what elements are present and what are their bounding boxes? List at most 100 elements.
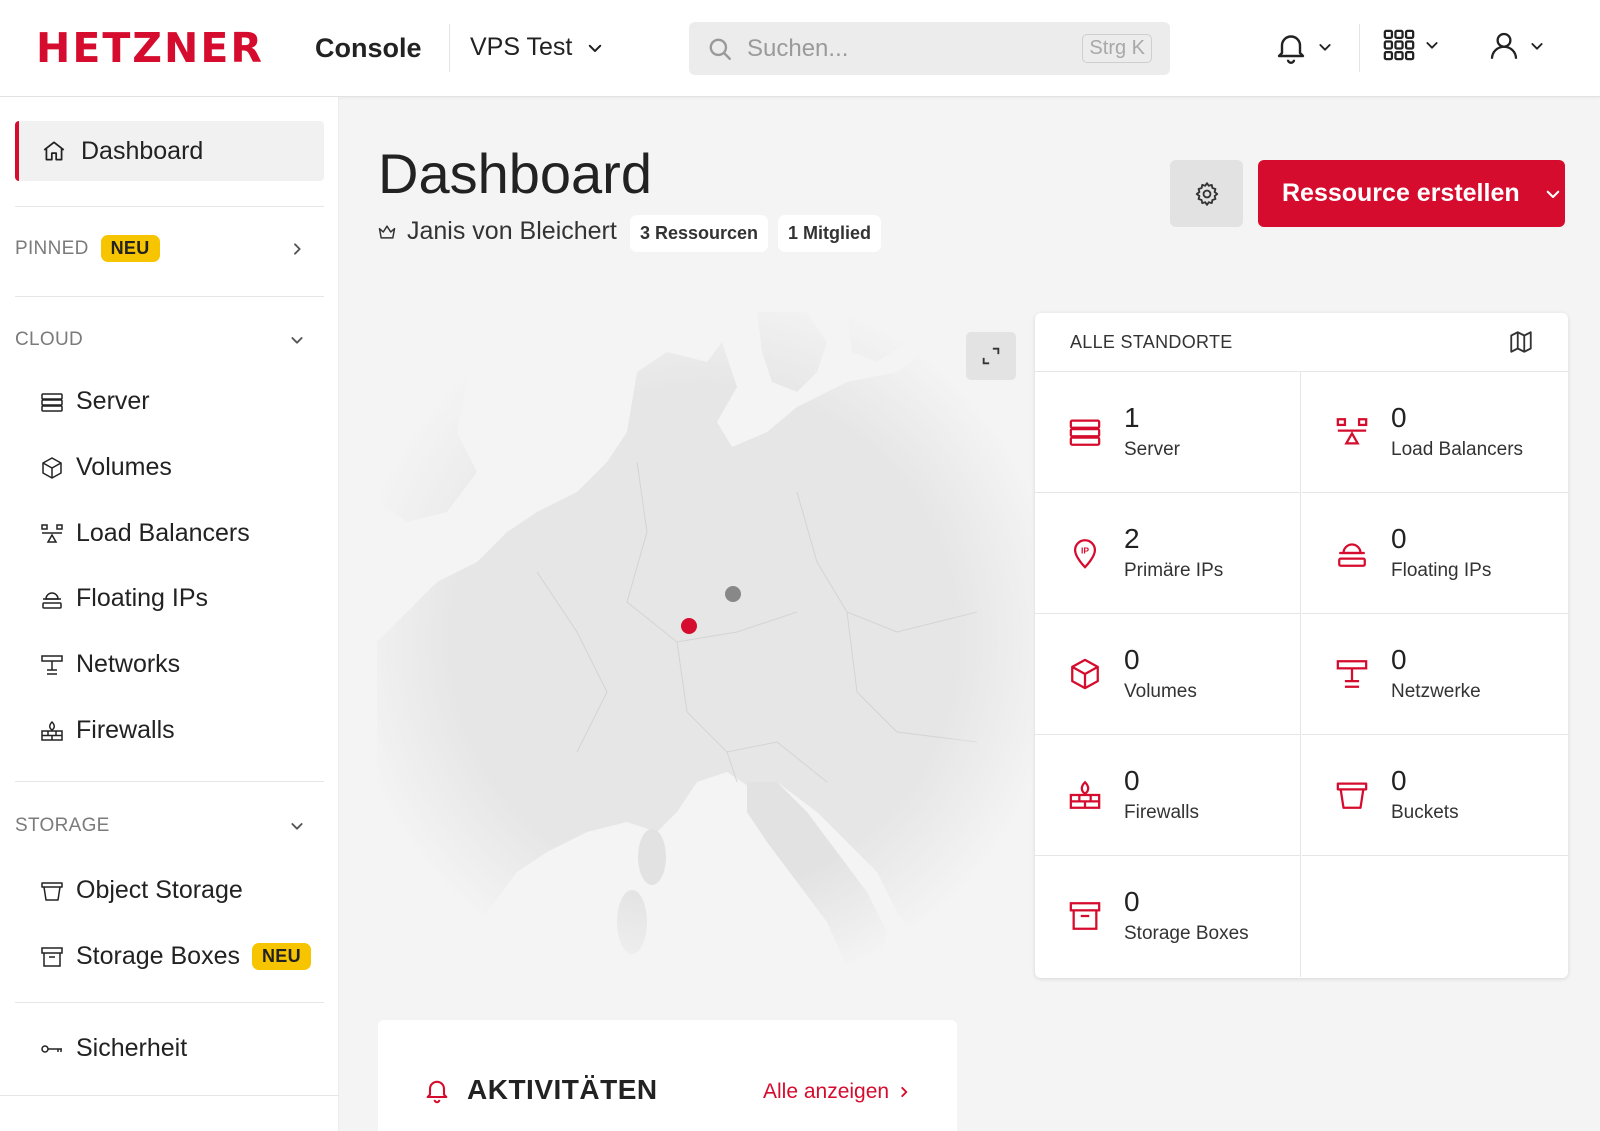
header-divider <box>449 24 450 72</box>
user-menu-button[interactable] <box>1487 28 1545 64</box>
stat-server[interactable]: 1 Server <box>1035 372 1301 493</box>
floating-ip-icon <box>42 591 62 609</box>
project-selector[interactable]: VPS Test <box>470 33 604 62</box>
expand-map-button[interactable] <box>966 332 1016 380</box>
settings-button[interactable] <box>1170 160 1243 227</box>
new-badge: NEU <box>252 943 311 970</box>
sidebar-item-storage-boxes[interactable]: Storage Boxes NEU <box>40 942 311 971</box>
stat-storage-boxes[interactable]: 0 Storage Boxes <box>1035 856 1301 977</box>
network-icon <box>41 654 63 675</box>
activity-title: AKTIVITÄTEN <box>467 1074 658 1105</box>
sidebar-item-firewalls[interactable]: Firewalls <box>40 716 175 745</box>
location-marker <box>725 586 741 602</box>
activity-header: AKTIVITÄTEN <box>423 1074 658 1106</box>
sidebar-item-dashboard[interactable]: Dashboard <box>15 121 324 181</box>
members-count-pill: 1 Mitglied <box>778 215 882 252</box>
gear-icon <box>1195 181 1218 206</box>
section-label: PINNED <box>15 237 89 259</box>
chevron-down-icon <box>1531 43 1543 50</box>
sidebar-item-label: Server <box>76 387 150 415</box>
load-balancer-icon <box>41 523 63 543</box>
search-input[interactable] <box>747 34 1083 63</box>
stat-count: 2 <box>1124 523 1140 554</box>
stat-primary-ips[interactable]: IP 2 Primäre IPs <box>1035 493 1301 614</box>
project-owner: Janis von Bleichert <box>377 217 617 246</box>
sidebar-item-load-balancers[interactable]: Load Balancers <box>40 519 250 548</box>
stat-volumes[interactable]: 0 Volumes <box>1035 614 1301 735</box>
stat-count: 0 <box>1391 523 1407 554</box>
stat-label: Volumes <box>1124 681 1197 702</box>
stat-label: Load Balancers <box>1391 439 1524 460</box>
network-icon <box>1336 660 1368 688</box>
stat-label: Netzwerke <box>1391 681 1481 702</box>
stat-floating-ips[interactable]: 0 Floating IPs <box>1302 493 1568 614</box>
section-storage[interactable]: STORAGE <box>15 815 315 837</box>
user-icon <box>1490 32 1518 59</box>
svg-text:IP: IP <box>1081 546 1089 556</box>
stat-firewalls[interactable]: 0 Firewalls <box>1035 735 1301 856</box>
chevron-right-icon <box>294 242 301 255</box>
primary-ip-icon: IP <box>1073 539 1097 569</box>
section-label: CLOUD <box>15 329 84 350</box>
stat-load-balancers[interactable]: 0 Load Balancers <box>1302 372 1568 493</box>
project-name: VPS Test <box>470 33 573 61</box>
sidebar-divider <box>15 1002 324 1003</box>
stat-count: 0 <box>1124 765 1140 796</box>
sidebar-item-label: Floating IPs <box>76 584 209 612</box>
chevron-down-icon <box>291 823 303 830</box>
firewall-icon <box>1069 780 1101 809</box>
load-balancer-icon <box>1336 418 1368 445</box>
page-title: Dashboard <box>378 142 652 205</box>
sidebar-item-label: Storage Boxes <box>76 942 240 970</box>
sidebar-item-label: Object Storage <box>76 876 243 904</box>
stat-label: Server <box>1124 439 1180 460</box>
notifications-button[interactable] <box>1273 28 1333 66</box>
key-icon <box>41 1044 62 1053</box>
sidebar-divider <box>15 781 324 782</box>
sidebar-item-object-storage[interactable]: Object Storage <box>40 876 243 905</box>
firewall-icon <box>41 720 63 741</box>
expand-icon <box>982 347 1000 365</box>
sidebar-item-volumes[interactable]: Volumes <box>40 453 172 482</box>
stat-count: 0 <box>1124 886 1140 917</box>
stat-count: 0 <box>1124 644 1140 675</box>
sidebar-item-floating-ips[interactable]: Floating IPs <box>40 584 208 613</box>
sidebar-item-label: Firewalls <box>76 716 175 744</box>
sidebar-item-security[interactable]: Sicherheit <box>40 1034 187 1063</box>
map-icon[interactable] <box>1508 329 1534 355</box>
server-icon <box>1069 419 1101 446</box>
sidebar-item-networks[interactable]: Networks <box>40 650 180 679</box>
resources-count-pill: 3 Ressourcen <box>630 215 769 252</box>
location-map[interactable] <box>377 312 1032 967</box>
create-resource-button[interactable]: Ressource erstellen <box>1258 160 1565 227</box>
storage-box-icon <box>1069 902 1101 930</box>
apps-button[interactable] <box>1382 28 1440 62</box>
section-cloud[interactable]: CLOUD <box>15 329 315 351</box>
console-label[interactable]: Console <box>315 33 422 64</box>
apps-grid-icon <box>1383 29 1415 61</box>
europe-map <box>377 312 1032 967</box>
location-marker-active <box>681 618 697 634</box>
crown-icon <box>378 224 396 239</box>
stat-count: 0 <box>1391 402 1407 433</box>
sidebar-item-label: Load Balancers <box>76 519 250 547</box>
bell-icon <box>1277 35 1305 64</box>
show-all-label: Alle anzeigen <box>763 1080 890 1103</box>
stat-buckets[interactable]: 0 Buckets <box>1302 735 1568 856</box>
top-header: HETZNER Console VPS Test Strg K <box>0 0 1600 97</box>
volume-cube-icon <box>42 456 62 479</box>
stat-networks[interactable]: 0 Netzwerke <box>1302 614 1568 735</box>
bucket-icon <box>41 881 63 901</box>
section-pinned[interactable]: PINNED NEU <box>15 235 315 262</box>
hetzner-logo[interactable]: HETZNER <box>36 27 264 69</box>
show-all-activities-link[interactable]: Alle anzeigen <box>763 1080 911 1104</box>
sidebar-divider <box>15 296 324 297</box>
chevron-right-icon <box>901 1086 908 1098</box>
card-header: ALLE STANDORTE <box>1035 313 1568 372</box>
sidebar-item-server[interactable]: Server <box>40 387 150 416</box>
search-box[interactable]: Strg K <box>689 22 1170 75</box>
volume-icon <box>1071 658 1099 690</box>
storage-box-icon <box>41 946 63 967</box>
header-divider <box>1359 24 1360 72</box>
locations-card: ALLE STANDORTE 1 Server 0 Load Balancers… <box>1035 313 1568 978</box>
